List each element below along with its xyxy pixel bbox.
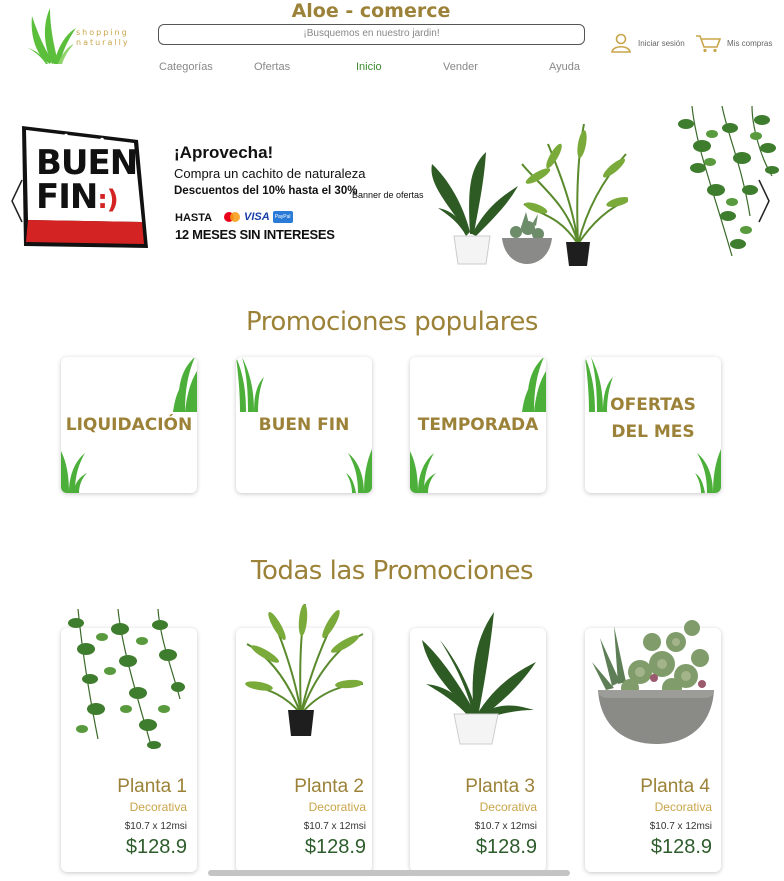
buen-fin-sign: BUEN FIN:) (20, 124, 150, 250)
product-price: $128.9 (650, 836, 712, 858)
logo-text-line1: shopping (76, 28, 129, 37)
product-category: Decorativa (129, 800, 187, 814)
product-name: Planta 3 (465, 776, 535, 797)
product-image-ivy (68, 609, 185, 750)
purchases-link[interactable]: Mis compras (695, 33, 772, 53)
product-image-strelitzia (422, 612, 536, 745)
login-label: Iniciar sesión (638, 38, 685, 48)
horizontal-scrollbar[interactable] (208, 870, 570, 876)
cart-icon (696, 35, 721, 53)
promo-card-temporada[interactable]: TEMPORADA (410, 357, 546, 493)
product-msi: $10.7 x 12msi (474, 821, 537, 832)
promo-card-label: LIQUIDACIÓN (61, 357, 197, 493)
all-promos-title: Todas las Promociones (250, 556, 534, 586)
logo-text-line2: naturally (76, 38, 130, 47)
promo-card-liquidacion[interactable]: LIQUIDACIÓN (61, 357, 197, 493)
nav-ayuda[interactable]: Ayuda (549, 61, 580, 73)
promo-card-label-line1: BUEN FIN (258, 414, 350, 435)
site-title: Aloe - comerce (291, 0, 451, 22)
promo-card-label: TEMPORADA (410, 357, 546, 493)
banner-msi: 12 MESES SIN INTERESES (175, 227, 335, 242)
banner-hasta: HASTA (175, 212, 213, 224)
nav-categorias[interactable]: Categorías (159, 61, 213, 73)
user-icon (611, 33, 631, 53)
login-link[interactable]: Iniciar sesión (610, 33, 685, 53)
banner-discount: Descuentos del 10% hasta el 30% (174, 185, 358, 197)
nav-inicio[interactable]: Inicio (356, 61, 382, 73)
product-msi: $10.7 x 12msi (649, 821, 712, 832)
promo-card-label-line2: DEL MES (611, 422, 695, 442)
product-price: $128.9 (125, 836, 187, 858)
nav-vender[interactable]: Vender (443, 61, 478, 73)
promo-card-label: BUEN FIN (236, 357, 372, 493)
product-price: $128.9 (475, 836, 537, 858)
popular-title: Promociones populares (246, 307, 538, 337)
visa-icon: VISA (244, 211, 270, 223)
nav-ofertas[interactable]: Ofertas (254, 61, 290, 73)
sign-smile: :) (97, 185, 118, 215)
chevron-right-icon[interactable] (757, 178, 771, 224)
payment-icons: VISA PayPal (223, 211, 293, 223)
product-category: Decorativa (654, 800, 712, 814)
product-image-palm (245, 604, 364, 736)
banner-plants-image (431, 124, 628, 266)
product-msi: $10.7 x 12msi (124, 821, 187, 832)
purchases-label: Mis compras (727, 38, 773, 48)
banner-alt-text: Banner de ofertas (352, 190, 424, 200)
product-category: Decorativa (308, 800, 366, 814)
mastercard-icon (224, 212, 240, 222)
product-msi: $10.7 x 12msi (303, 821, 366, 832)
sign-line2: FIN:) (36, 180, 137, 217)
product-price: $128.9 (304, 836, 366, 858)
promo-card-buen-fin[interactable]: BUEN FIN (236, 357, 372, 493)
promo-card-label-line1: OFERTAS (610, 395, 696, 415)
paypal-icon: PayPal (272, 211, 293, 223)
product-image-succulents (592, 620, 714, 744)
promo-card-label: OFERTAS DEL MES (585, 357, 721, 493)
product-name: Planta 2 (294, 776, 364, 797)
promo-card-label-line1: TEMPORADA (417, 414, 539, 435)
sign-line1: BUEN (36, 143, 138, 183)
product-category: Decorativa (479, 800, 537, 814)
search-input[interactable]: ¡Busquemos en nuestro jardin! (158, 24, 585, 45)
sign-line2-text: FIN (36, 177, 98, 217)
banner-subtitle: Compra un cachito de naturaleza (174, 166, 366, 181)
logo-text: shopping naturally (76, 28, 130, 48)
banner-title: ¡Aprovecha! (174, 143, 274, 162)
product-name: Planta 4 (640, 776, 710, 797)
product-name: Planta 1 (117, 776, 187, 797)
promo-card-label-line1: LIQUIDACIÓN (65, 414, 193, 435)
promo-card-ofertas-del-mes[interactable]: OFERTAS DEL MES (585, 357, 721, 493)
